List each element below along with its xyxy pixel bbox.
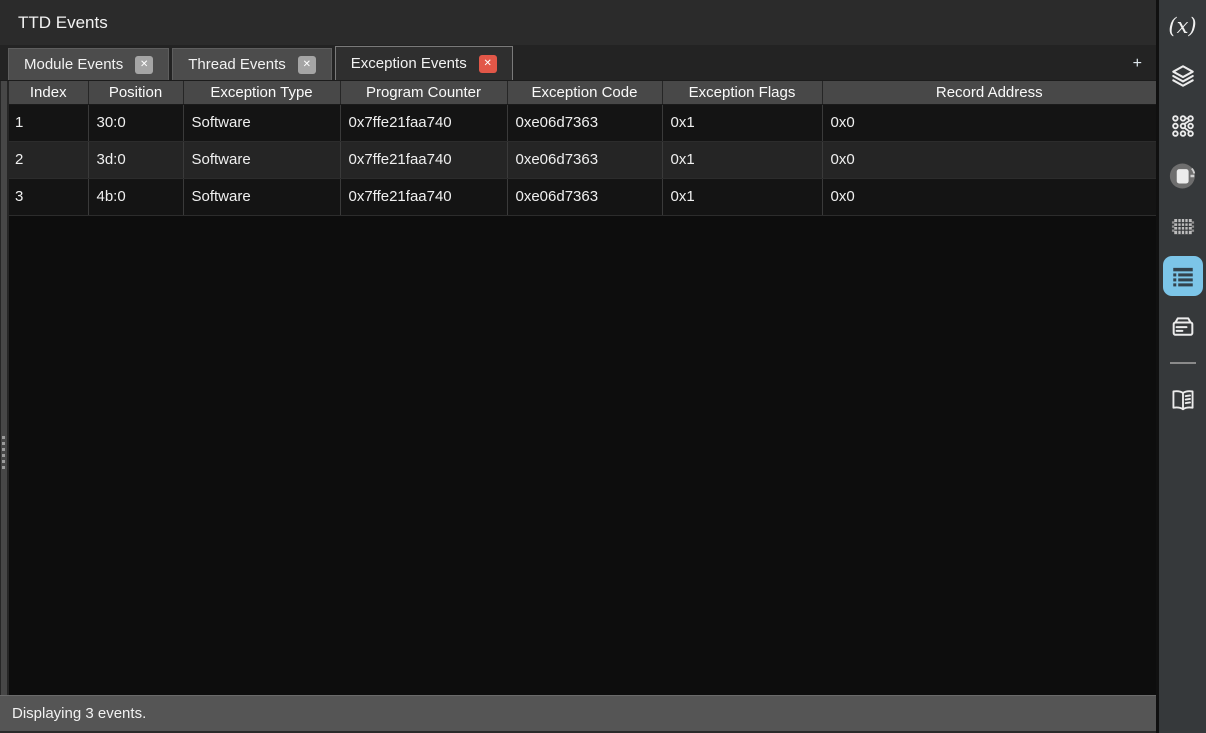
tab-exception-events[interactable]: Exception Events ✕ [335, 46, 513, 80]
page-title: TTD Events [18, 13, 108, 33]
column-header-index[interactable]: Index [9, 81, 88, 104]
column-header-program-counter[interactable]: Program Counter [340, 81, 507, 104]
status-text: Displaying 3 events. [12, 705, 146, 722]
splitter-handle-icon[interactable] [2, 436, 5, 469]
right-toolbar: (x) [1156, 0, 1206, 733]
tab-label: Exception Events [351, 55, 467, 72]
sidebar-button-events-list[interactable] [1163, 256, 1203, 296]
status-bar: Displaying 3 events. [0, 695, 1156, 733]
tab-label: Module Events [24, 56, 123, 73]
sidebar-button-record[interactable] [1163, 156, 1203, 196]
column-header-exception-type[interactable]: Exception Type [183, 81, 340, 104]
tab-label: Thread Events [188, 56, 286, 73]
sidebar-button-archive[interactable] [1163, 306, 1203, 346]
archive-icon [1169, 312, 1197, 340]
events-list-icon [1170, 263, 1196, 289]
sidebar-button-expressions[interactable]: (x) [1163, 6, 1203, 46]
sidebar-button-book[interactable] [1163, 380, 1203, 420]
expressions-icon: (x) [1168, 14, 1196, 38]
panel-titlebar: TTD Events [0, 0, 1156, 45]
tab-bar: Module Events ✕ Thread Events ✕ Exceptio… [0, 45, 1156, 80]
events-table: Index Position Exception Type Program Co… [9, 81, 1156, 216]
column-header-record-address[interactable]: Record Address [822, 81, 1156, 104]
column-header-exception-code[interactable]: Exception Code [507, 81, 662, 104]
memory-grid-icon [1169, 212, 1197, 240]
close-icon[interactable]: ✕ [479, 55, 497, 73]
table-row[interactable]: 3 4b:0 Software 0x7ffe21faa740 0xe06d736… [9, 178, 1156, 215]
sidebar-button-graph[interactable] [1163, 106, 1203, 146]
close-icon[interactable]: ✕ [298, 56, 316, 74]
ttd-events-window: TTD Events Module Events ✕ Thread Events… [0, 0, 1206, 733]
vertical-splitter[interactable] [0, 81, 9, 695]
table-row[interactable]: 1 30:0 Software 0x7ffe21faa740 0xe06d736… [9, 104, 1156, 141]
book-icon [1169, 386, 1197, 414]
sidebar-button-memory[interactable] [1163, 206, 1203, 246]
main-panel: TTD Events Module Events ✕ Thread Events… [0, 0, 1156, 733]
tab-module-events[interactable]: Module Events ✕ [8, 48, 169, 80]
graph-icon [1170, 113, 1196, 139]
tab-thread-events[interactable]: Thread Events ✕ [172, 48, 332, 80]
splitter-track [1, 81, 7, 695]
layers-icon [1170, 63, 1196, 89]
sidebar-button-layers[interactable] [1163, 56, 1203, 96]
add-tab-button[interactable]: + [1133, 56, 1142, 72]
events-table-area: Index Position Exception Type Program Co… [0, 80, 1156, 695]
record-icon [1168, 161, 1198, 191]
toolbar-divider [1170, 362, 1196, 364]
table-header-row: Index Position Exception Type Program Co… [9, 81, 1156, 104]
column-header-exception-flags[interactable]: Exception Flags [662, 81, 822, 104]
table-row[interactable]: 2 3d:0 Software 0x7ffe21faa740 0xe06d736… [9, 141, 1156, 178]
column-header-position[interactable]: Position [88, 81, 183, 104]
close-icon[interactable]: ✕ [135, 56, 153, 74]
